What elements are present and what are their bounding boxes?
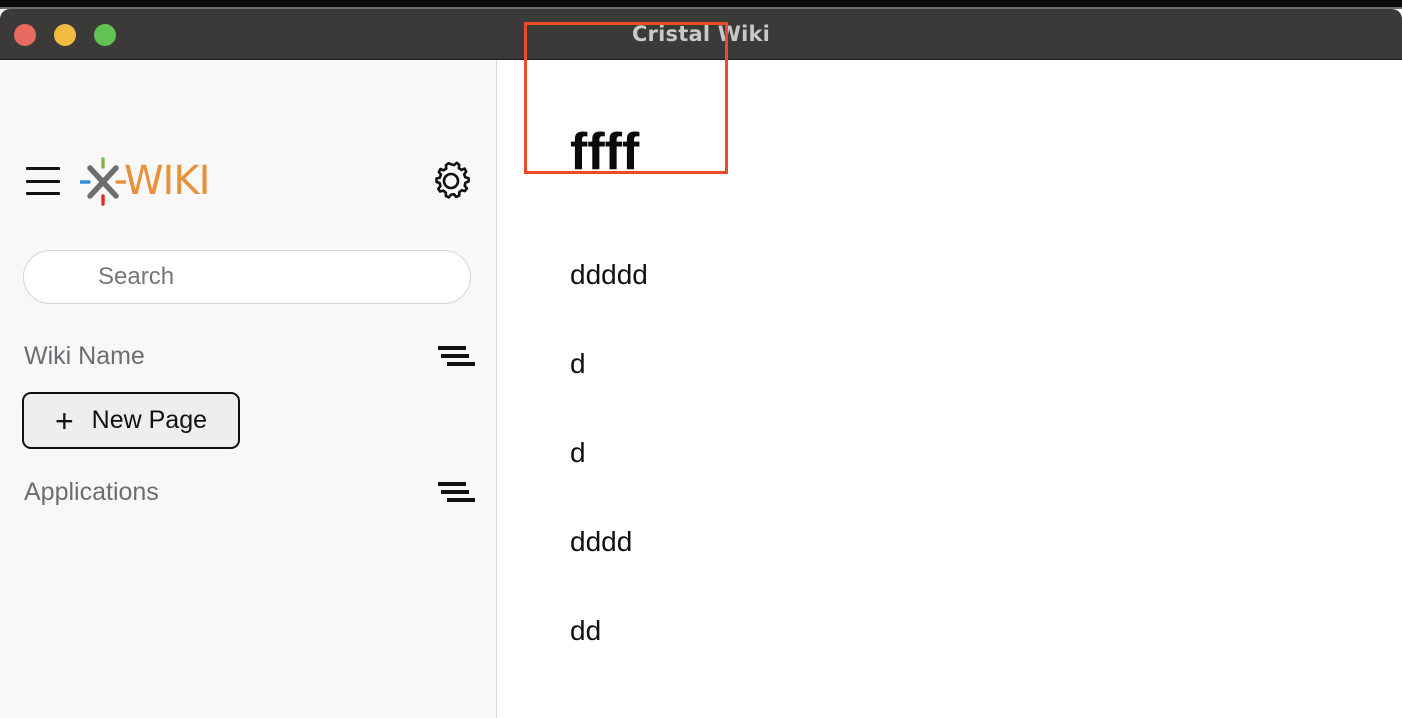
list-item[interactable]: dd [570,586,1350,675]
collapse-lines-icon [438,346,475,366]
sidebar-section-title: Wiki Name [24,341,145,370]
brand-logo[interactable]: WIKI [80,156,210,206]
brand-label: WIKI [124,158,210,204]
hamburger-line [26,167,60,170]
sidebar: WIKI Wiki Name [0,60,497,718]
search-input[interactable] [24,251,470,303]
collapse-lines-icon [438,482,475,502]
page-title: ffff [570,123,640,181]
screen-top-strip [0,0,1402,7]
list-item[interactable]: d [570,408,1350,497]
main-content: ffff ddddd d d dddd dd [498,60,1402,718]
settings-button[interactable] [430,160,472,202]
plus-icon: + [54,402,74,439]
app-window: Cristal Wiki WIKI Search Wiki Name + New… [0,0,1402,718]
sidebar-section-applications: Applications [0,470,496,514]
search-box[interactable] [23,250,471,304]
sidebar-section-toggle-applications[interactable] [437,476,477,508]
menu-icon[interactable] [26,167,60,195]
window-title: Cristal Wiki [631,22,771,46]
window-body: WIKI Wiki Name [0,60,1402,718]
hamburger-line [26,192,60,195]
new-page-button[interactable]: + New Page [22,392,240,449]
hamburger-line [26,179,60,183]
sidebar-section-wiki-name: Wiki Name [0,334,496,378]
sidebar-section-toggle-wiki-name[interactable] [437,340,477,372]
sidebar-section-title: Applications [24,477,159,506]
gear-icon [435,161,470,199]
xwiki-logo-mark-icon [80,157,126,206]
list-item[interactable]: d [570,319,1350,408]
list-item[interactable]: dddd [570,497,1350,586]
new-page-label: New Page [91,406,208,434]
window-titlebar[interactable]: Cristal Wiki [0,9,1402,60]
page-list: ddddd d d dddd dd [570,230,1350,675]
list-item[interactable]: ddddd [570,230,1350,319]
